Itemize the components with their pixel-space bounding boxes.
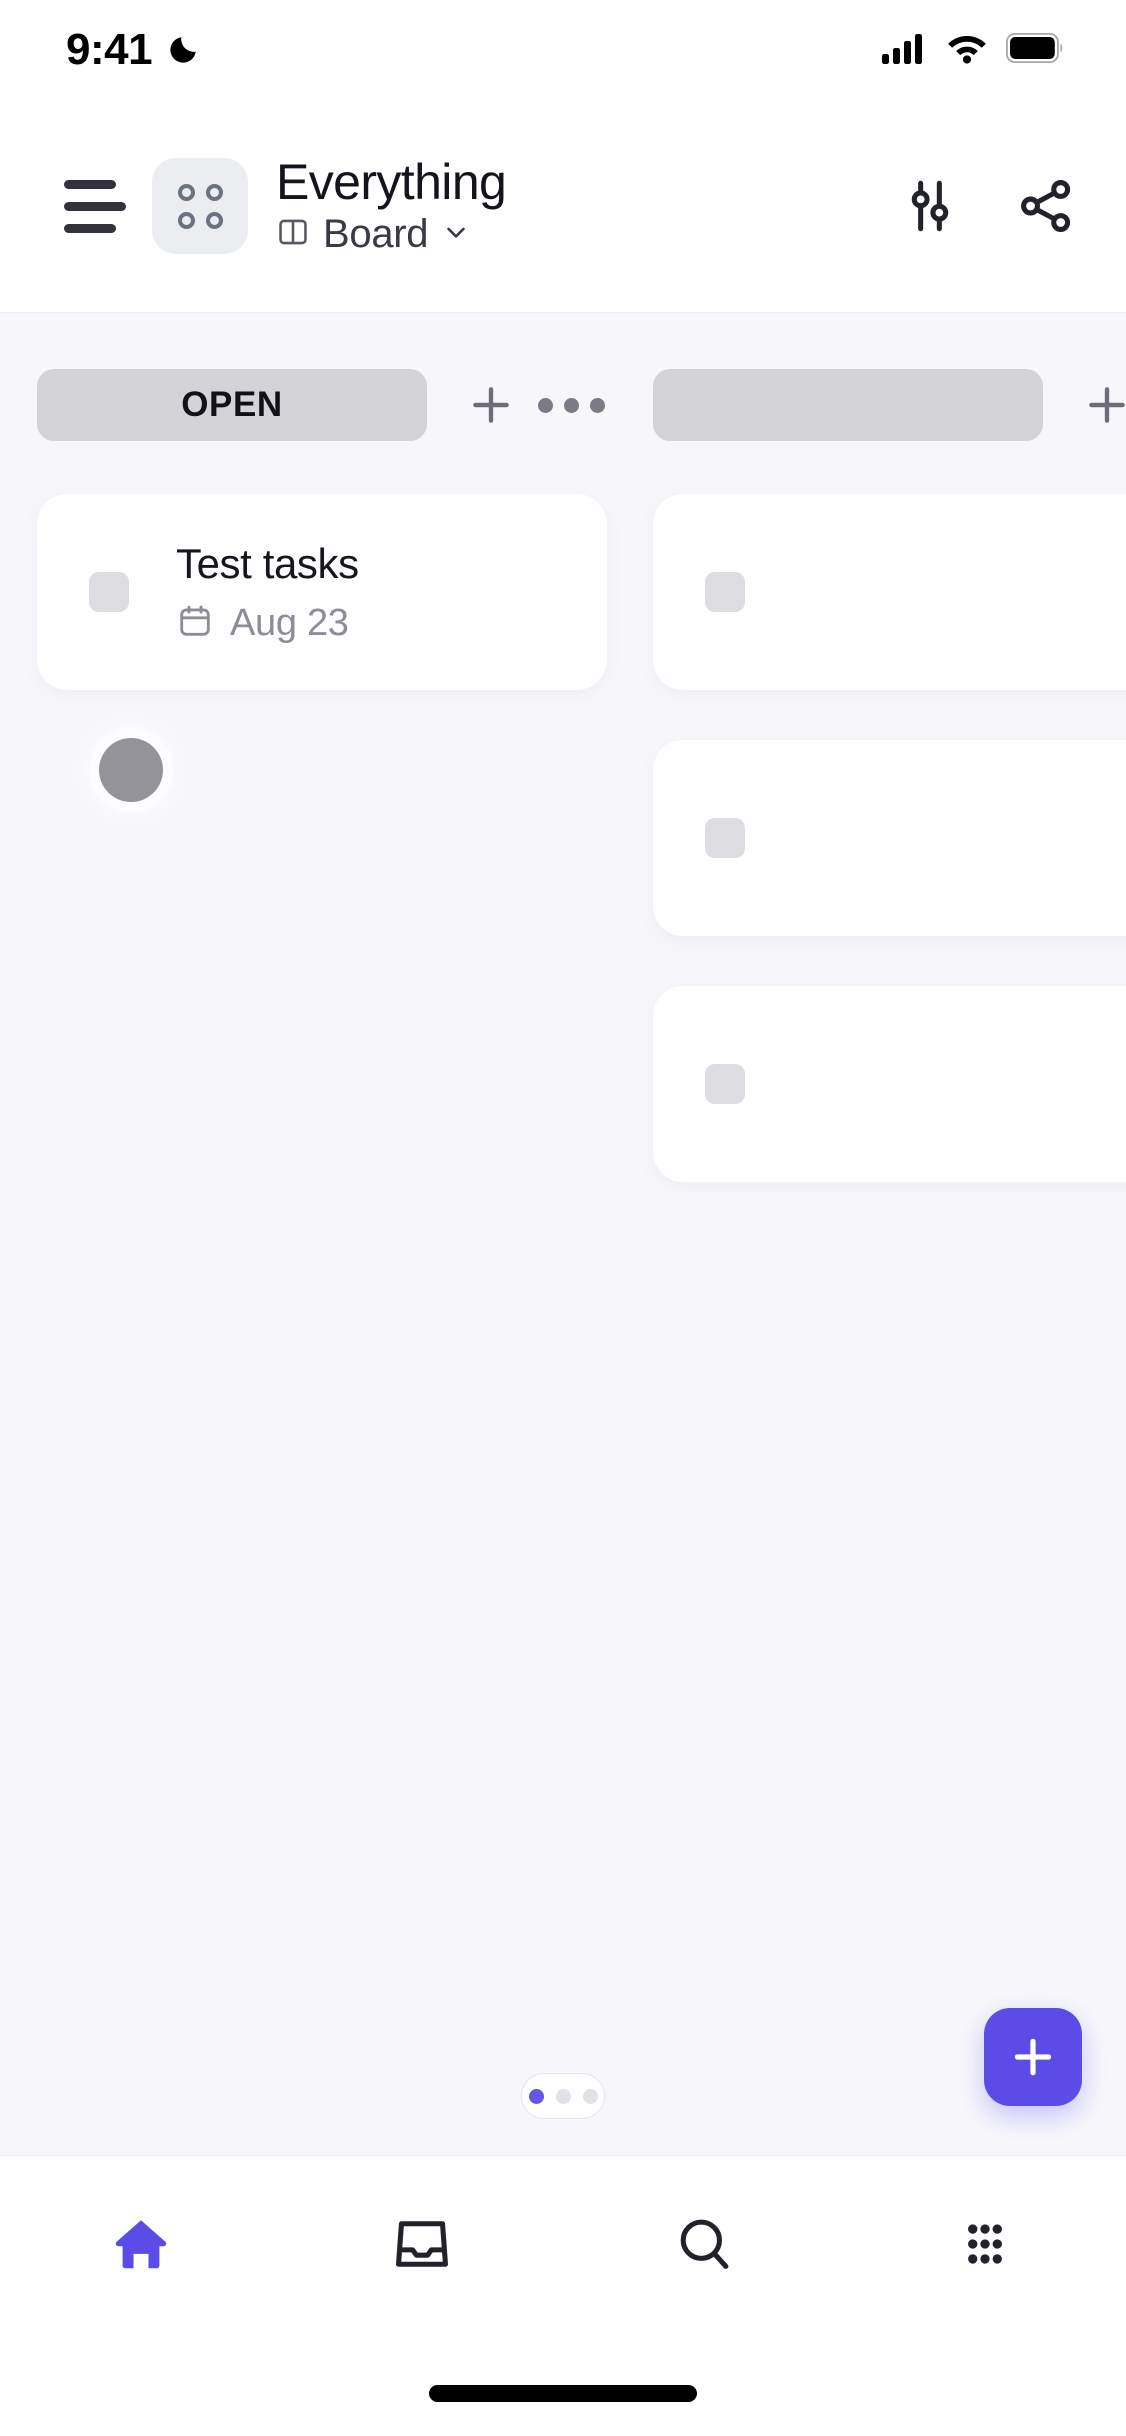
task-title: Test tasks <box>176 539 359 587</box>
task-checkbox[interactable] <box>89 572 129 612</box>
column-card-list: Test tasks Aug 23 <box>37 494 607 690</box>
inbox-icon <box>396 2221 449 2267</box>
cellular-signal-icon <box>882 32 928 69</box>
task-checkbox[interactable] <box>705 1064 745 1104</box>
app-icon-dot <box>205 211 223 229</box>
column-status-pill[interactable]: OPEN <box>37 369 427 441</box>
task-card-body: Test tasks Aug 23 <box>176 540 359 645</box>
status-bar-left: 9:41 <box>66 25 200 75</box>
add-task-button[interactable] <box>455 369 527 441</box>
search-icon <box>680 2219 729 2269</box>
page-dot[interactable] <box>582 2088 598 2104</box>
task-due-date: Aug 23 <box>230 601 349 644</box>
nav-item-search[interactable] <box>563 2212 845 2276</box>
home-icon <box>115 2220 166 2269</box>
wifi-icon <box>946 32 988 69</box>
moon-icon <box>166 33 200 67</box>
share-nodes-icon[interactable] <box>1010 170 1082 242</box>
column-more-button[interactable] <box>535 369 607 441</box>
page-title: Everything <box>276 154 507 210</box>
board-columns-icon <box>276 215 310 254</box>
ellipsis-dot <box>537 397 553 413</box>
grid-apps-icon <box>968 2224 1003 2264</box>
app-icon-dot <box>205 183 223 201</box>
sliders-filter-icon[interactable] <box>894 170 966 242</box>
status-bar-right <box>882 32 1064 69</box>
drag-ghost-dot[interactable] <box>99 738 163 802</box>
battery-icon <box>1005 32 1064 68</box>
board-columns: OPEN Test tasks Aug 23 <box>0 313 1126 1182</box>
task-card[interactable] <box>653 740 1126 936</box>
hamburger-menu-icon[interactable] <box>48 169 126 243</box>
board-area[interactable]: OPEN Test tasks Aug 23 <box>0 313 1126 2155</box>
page-indicator[interactable] <box>521 2073 605 2119</box>
chevron-down-icon <box>441 217 471 252</box>
app-screen: 9:41 Everything Board OPEN Test tasks Au… <box>0 0 1126 2436</box>
column-label: OPEN <box>181 385 283 424</box>
task-meta: Aug 23 <box>176 602 359 645</box>
calendar-icon <box>176 602 214 645</box>
task-checkbox[interactable] <box>705 572 745 612</box>
hamburger-line <box>64 223 116 233</box>
board-column-next <box>653 369 1126 1182</box>
ellipsis-dot <box>589 397 605 413</box>
create-task-fab[interactable] <box>984 2008 1082 2106</box>
add-task-button[interactable] <box>1071 369 1126 441</box>
four-dots-app-icon[interactable] <box>152 158 248 254</box>
task-card[interactable]: Test tasks Aug 23 <box>37 494 607 690</box>
column-card-list <box>653 494 1126 1182</box>
hamburger-line <box>64 179 116 189</box>
app-header: Everything Board <box>0 100 1126 313</box>
bottom-nav-row <box>0 2156 1126 2332</box>
status-time: 9:41 <box>66 25 153 74</box>
app-icon-dot <box>177 183 195 201</box>
column-header <box>653 369 1126 441</box>
nav-item-apps[interactable] <box>845 2212 1126 2276</box>
bottom-navigation <box>0 2155 1126 2436</box>
task-card[interactable] <box>653 986 1126 1182</box>
four-dots-glyph <box>177 183 223 229</box>
column-status-pill[interactable] <box>653 369 1043 441</box>
column-header: OPEN <box>37 369 607 441</box>
page-dot[interactable] <box>555 2088 571 2104</box>
view-label: Board <box>323 212 429 256</box>
ellipsis-dot <box>563 397 579 413</box>
page-dot-active[interactable] <box>528 2088 544 2104</box>
view-switcher[interactable]: Board <box>276 212 506 257</box>
status-bar: 9:41 <box>0 0 1126 100</box>
app-icon-dot <box>177 211 195 229</box>
nav-item-home[interactable] <box>0 2212 282 2276</box>
task-card[interactable] <box>653 494 1126 690</box>
task-checkbox[interactable] <box>705 818 745 858</box>
header-actions <box>894 170 1082 242</box>
home-indicator <box>429 2385 697 2402</box>
nav-item-inbox[interactable] <box>282 2212 564 2276</box>
hamburger-line <box>64 201 126 211</box>
header-title-block: Everything Board <box>276 154 507 257</box>
